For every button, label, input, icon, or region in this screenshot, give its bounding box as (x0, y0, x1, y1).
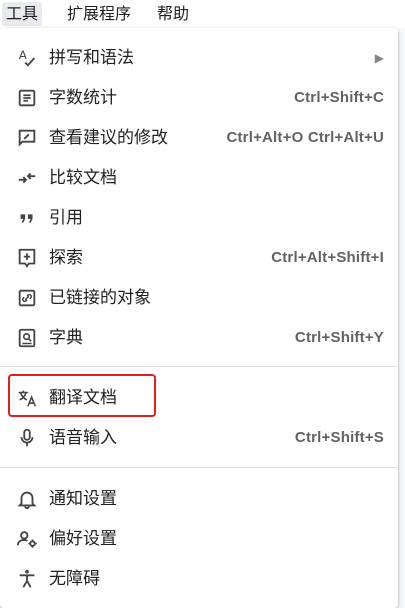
accessibility-icon (16, 568, 38, 590)
shortcut-text: Ctrl+Alt+O Ctrl+Alt+U (226, 129, 384, 146)
menu-item-explore[interactable]: 探索 Ctrl+Alt+Shift+I (0, 238, 398, 278)
menu-item-notification-settings[interactable]: 通知设置 (0, 479, 398, 519)
menu-item-citations[interactable]: 引用 (0, 198, 398, 238)
word-count-icon (16, 87, 38, 109)
menu-item-voice-typing[interactable]: 语音输入 Ctrl+Shift+S (0, 418, 398, 458)
menu-extensions[interactable]: 扩展程序 (63, 2, 135, 26)
menu-tools[interactable]: 工具 (2, 2, 43, 26)
menu-divider (0, 366, 398, 367)
shortcut-text: Ctrl+Shift+S (294, 429, 384, 446)
dictionary-icon (16, 327, 38, 349)
menu-item-label: 引用 (49, 208, 83, 228)
shortcut-text: Ctrl+Alt+Shift+I (271, 249, 384, 266)
menu-help[interactable]: 帮助 (153, 2, 193, 26)
menu-bar: 工具 扩展程序 帮助 (0, 0, 405, 28)
menu-item-label: 已链接的对象 (49, 288, 151, 308)
menu-item-spelling-grammar[interactable]: A 拼写和语法 ▶ (0, 38, 398, 78)
rate-review-icon (16, 127, 38, 149)
bell-icon (16, 488, 38, 510)
menu-item-label: 语音输入 (49, 428, 117, 448)
submenu-arrow-icon: ▶ (374, 51, 384, 65)
menu-item-label: 通知设置 (49, 489, 117, 509)
menu-item-review-suggested-edits[interactable]: 查看建议的修改 Ctrl+Alt+O Ctrl+Alt+U (0, 118, 398, 158)
menu-item-label: 无障碍 (49, 569, 100, 589)
menu-item-linked-objects[interactable]: 已链接的对象 (0, 278, 398, 318)
document-backdrop (398, 28, 405, 608)
linked-objects-icon (16, 287, 38, 309)
spellcheck-icon: A (16, 47, 38, 69)
compare-icon (16, 167, 38, 189)
person-settings-icon (16, 528, 38, 550)
quote-icon (16, 207, 38, 229)
menu-item-dictionary[interactable]: 字典 Ctrl+Shift+Y (0, 318, 398, 358)
microphone-icon (16, 427, 38, 449)
menu-item-word-count[interactable]: 字数统计 Ctrl+Shift+C (0, 78, 398, 118)
menu-item-label: 偏好设置 (49, 529, 117, 549)
explore-icon (16, 247, 38, 269)
menu-item-label: 比较文档 (49, 168, 117, 188)
menu-divider (0, 467, 398, 468)
svg-text:A: A (19, 48, 28, 62)
menu-item-label: 字典 (49, 328, 83, 348)
menu-item-label: 字数统计 (49, 88, 117, 108)
menu-item-compare-documents[interactable]: 比较文档 (0, 158, 398, 198)
shortcut-text: Ctrl+Shift+Y (294, 329, 384, 346)
menu-item-label: 查看建议的修改 (49, 128, 168, 148)
menu-item-preferences[interactable]: 偏好设置 (0, 519, 398, 559)
menu-item-label: 拼写和语法 (49, 48, 134, 68)
shortcut-text: Ctrl+Shift+C (294, 89, 384, 106)
tools-dropdown-menu: A 拼写和语法 ▶ 字数统计 Ctrl+Shift+C 查看建议的修改 Ctrl… (0, 28, 398, 608)
menu-item-label: 探索 (49, 248, 83, 268)
highlight-box (8, 374, 156, 417)
menu-item-accessibility[interactable]: 无障碍 (0, 559, 398, 599)
